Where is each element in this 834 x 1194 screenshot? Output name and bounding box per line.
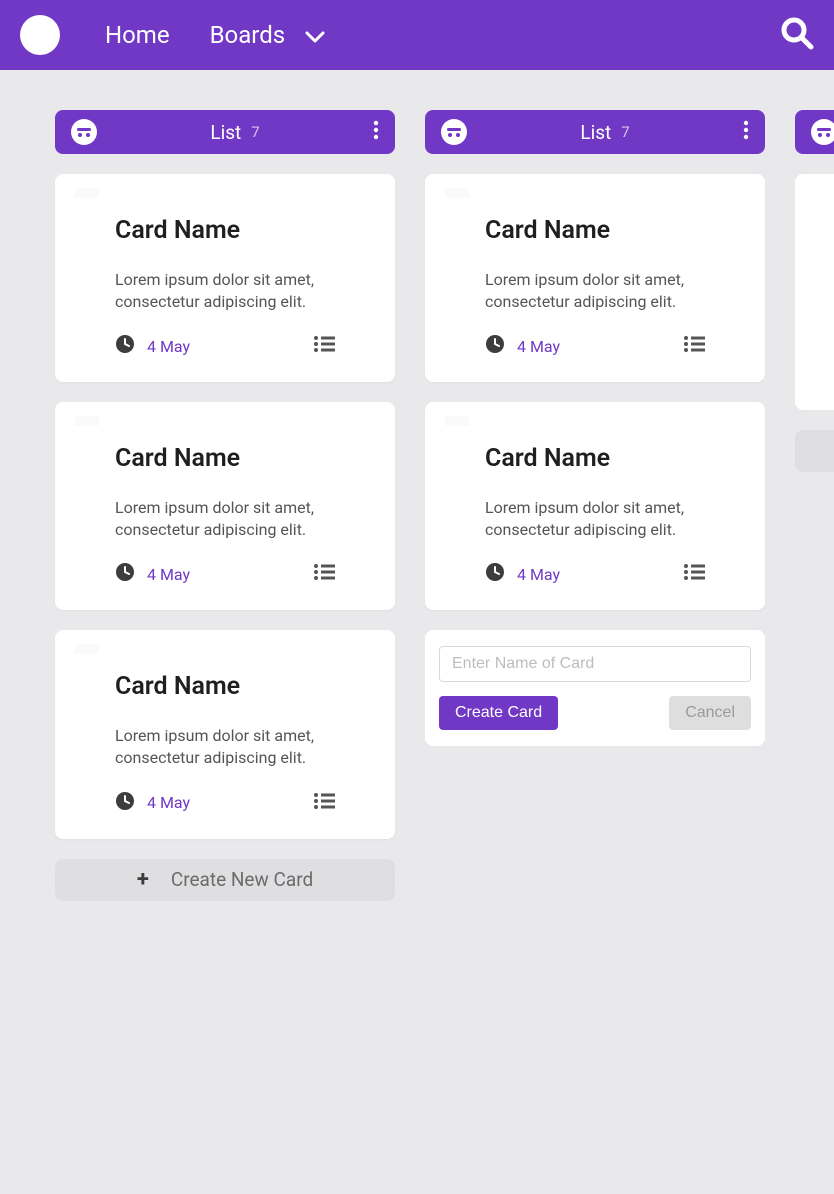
- card-date: 4 May: [517, 337, 683, 356]
- search-icon: [780, 35, 814, 54]
- card-description: Lorem ipsum dolor sit amet, consectetur …: [115, 497, 335, 540]
- create-card-button[interactable]: [795, 430, 834, 472]
- list-count: 7: [621, 123, 629, 141]
- list: List 7 Card Name Lorem ipsum dolor sit a…: [425, 110, 765, 901]
- checklist-button[interactable]: [683, 335, 705, 357]
- clock-icon: [115, 334, 135, 358]
- list-count: 7: [251, 123, 259, 141]
- card-title: Card Name: [115, 672, 335, 701]
- checklist-button[interactable]: [313, 563, 335, 585]
- topbar: Home Boards: [0, 0, 834, 70]
- clock-icon: [115, 562, 135, 586]
- list-header: List 7: [55, 110, 395, 154]
- chevron-down-icon: [305, 21, 325, 49]
- card-label-chip: [445, 188, 469, 198]
- card-description: Lorem ipsum dolor sit amet, consectetur …: [485, 269, 705, 312]
- clock-icon: [485, 562, 505, 586]
- create-card-form: Create Card Cancel: [425, 630, 765, 746]
- clock-icon: [115, 791, 135, 815]
- create-card-button[interactable]: + Create New Card: [55, 859, 395, 901]
- list-menu-button[interactable]: [743, 120, 749, 144]
- plus-icon: +: [137, 867, 149, 892]
- card-date: 4 May: [147, 565, 313, 584]
- list: [795, 110, 834, 901]
- card-label-chip: [75, 188, 99, 198]
- card-description: Lorem ipsum dolor sit amet, consectetur …: [115, 725, 335, 768]
- card-description: Lorem ipsum dolor sit amet, consectetur …: [485, 497, 705, 540]
- list: List 7 Card Name Lorem ipsum dolor sit a…: [55, 110, 395, 901]
- card-date: 4 May: [147, 337, 313, 356]
- list-title: List: [210, 121, 241, 144]
- list-header: List 7: [425, 110, 765, 154]
- list-avatar-icon[interactable]: [441, 119, 467, 145]
- list-avatar-icon[interactable]: [811, 119, 834, 145]
- card-label-chip: [445, 416, 469, 426]
- cancel-button[interactable]: Cancel: [669, 696, 751, 730]
- card-title: Card Name: [485, 216, 705, 245]
- nav-home-label: Home: [105, 21, 170, 49]
- card-date: 4 May: [517, 565, 683, 584]
- nav-boards[interactable]: Boards: [210, 21, 326, 49]
- card-title: Card Name: [115, 444, 335, 473]
- create-card-submit-button[interactable]: Create Card: [439, 696, 558, 730]
- list-menu-button[interactable]: [373, 120, 379, 144]
- card-label-chip: [75, 644, 99, 654]
- list-avatar-icon[interactable]: [71, 119, 97, 145]
- nav-home[interactable]: Home: [105, 21, 170, 49]
- card-title: Card Name: [485, 444, 705, 473]
- clock-icon: [485, 334, 505, 358]
- card-name-input[interactable]: [439, 646, 751, 682]
- card[interactable]: Card Name Lorem ipsum dolor sit amet, co…: [55, 630, 395, 838]
- checklist-button[interactable]: [313, 335, 335, 357]
- nav-boards-label: Boards: [210, 21, 286, 49]
- card[interactable]: Card Name Lorem ipsum dolor sit amet, co…: [425, 174, 765, 382]
- create-card-label: Create New Card: [171, 868, 313, 891]
- list-header: [795, 110, 834, 154]
- dots-vertical-icon: [373, 125, 379, 144]
- card[interactable]: Card Name Lorem ipsum dolor sit amet, co…: [55, 402, 395, 610]
- card[interactable]: Card Name Lorem ipsum dolor sit amet, co…: [425, 402, 765, 610]
- app-logo[interactable]: [20, 15, 60, 55]
- card[interactable]: Card Name Lorem ipsum dolor sit amet, co…: [55, 174, 395, 382]
- board: List 7 Card Name Lorem ipsum dolor sit a…: [0, 70, 834, 901]
- list-title: List: [580, 121, 611, 144]
- card-label-chip: [75, 416, 99, 426]
- card-date: 4 May: [147, 793, 313, 812]
- card-title: Card Name: [115, 216, 335, 245]
- search-button[interactable]: [780, 16, 814, 54]
- checklist-button[interactable]: [683, 563, 705, 585]
- card[interactable]: [795, 174, 834, 410]
- dots-vertical-icon: [743, 125, 749, 144]
- card-description: Lorem ipsum dolor sit amet, consectetur …: [115, 269, 335, 312]
- checklist-button[interactable]: [313, 792, 335, 814]
